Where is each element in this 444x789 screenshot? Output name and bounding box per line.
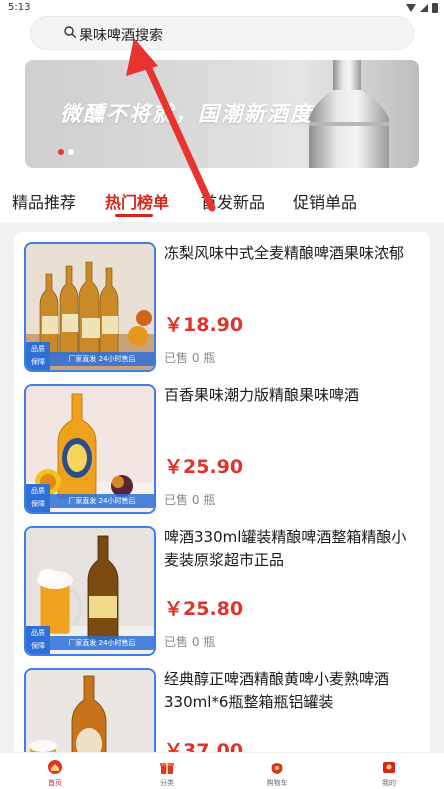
badge-line: 保障 <box>31 642 45 650</box>
home-icon <box>48 760 62 774</box>
service-strip: 厂家直发 24小时售后 <box>50 494 154 508</box>
badge-line: 品质 <box>31 487 45 495</box>
wifi-icon <box>406 4 416 12</box>
product-image[interactable]: 品质 保障 厂家直发 24小时售后 <box>24 242 156 372</box>
quality-badge: 品质 保障 <box>26 342 50 370</box>
tab-hot-list[interactable]: 热门榜单 <box>105 189 169 213</box>
status-icons <box>406 3 438 13</box>
nav-label: 购物车 <box>266 779 288 787</box>
nav-label: 分类 <box>160 779 174 787</box>
product-sold-count: 已售 0 瓶 <box>164 493 216 507</box>
active-tab-indicator <box>115 214 153 217</box>
status-time: 5:13 <box>8 2 31 13</box>
product-price: ￥25.90 <box>164 456 244 478</box>
nav-label: 首页 <box>48 779 62 787</box>
category-tabs: 精品推荐 热门榜单 首发新品 促销单品 <box>0 180 444 220</box>
status-bar: 5:13 <box>0 0 444 16</box>
product-title[interactable]: 啤酒330ml罐装精酿啤酒整箱精酿小麦装原浆超市正品 <box>164 526 420 572</box>
service-strip: 厂家直发 24小时售后 <box>50 352 154 366</box>
badge-line: 保障 <box>31 358 45 366</box>
signal-icon <box>420 4 428 12</box>
product-price: ￥18.90 <box>164 314 244 336</box>
search-bar[interactable]: 果味啤酒搜索 <box>30 16 414 50</box>
bottom-navigation: 首页 分类 购物车 我的 <box>0 752 444 789</box>
product-card[interactable]: 品质 保障 厂家直发 24小时售后 啤酒330ml罐装精酿啤酒整箱精酿小麦装原浆… <box>24 526 424 656</box>
product-title[interactable]: 经典醇正啤酒精酿黄啤小麦熟啤酒330ml*6瓶整箱瓶铝罐装 <box>164 668 420 714</box>
quality-badge: 品质 保障 <box>26 484 50 512</box>
nav-label: 我的 <box>382 779 396 787</box>
product-price: ￥25.80 <box>164 598 244 620</box>
nav-profile[interactable]: 我的 <box>359 755 419 789</box>
tab-featured[interactable]: 精品推荐 <box>12 189 76 213</box>
product-sold-count: 已售 0 瓶 <box>164 635 216 649</box>
service-strip: 厂家直发 24小时售后 <box>50 636 154 650</box>
battery-icon <box>432 3 438 13</box>
badge-line: 品质 <box>31 345 45 353</box>
product-card[interactable]: 品质 保障 厂家直发 24小时售后 百香果味潮力版精酿果味啤酒 ￥25.90 已… <box>24 384 424 514</box>
product-title[interactable]: 百香果味潮力版精酿果味啤酒 <box>164 384 420 407</box>
product-card[interactable]: 品质 保障 厂家直发 24小时售后 冻梨风味中式全麦精酿啤酒果味浓郁 ￥18.9… <box>24 242 424 372</box>
carousel-dot[interactable] <box>68 149 74 155</box>
badge-line: 保障 <box>31 500 45 508</box>
product-title[interactable]: 冻梨风味中式全麦精酿啤酒果味浓郁 <box>164 242 420 265</box>
search-icon <box>64 26 76 38</box>
nav-category[interactable]: 分类 <box>137 755 197 789</box>
badge-line: 品质 <box>31 629 45 637</box>
nav-home[interactable]: 首页 <box>25 755 85 789</box>
product-image[interactable]: 品质 保障 厂家直发 24小时售后 <box>24 526 156 656</box>
gift-icon <box>160 763 174 774</box>
nav-cart[interactable]: 购物车 <box>247 755 307 789</box>
product-image[interactable]: 品质 保障 厂家直发 24小时售后 <box>24 384 156 514</box>
profile-icon <box>383 762 395 773</box>
bag-icon <box>271 763 283 774</box>
quality-badge: 品质 保障 <box>26 626 50 654</box>
search-input[interactable]: 果味啤酒搜索 <box>79 25 163 45</box>
tab-new-arrivals[interactable]: 首发新品 <box>201 189 265 213</box>
carousel-dot-active[interactable] <box>58 149 64 155</box>
product-sold-count: 已售 0 瓶 <box>164 351 216 365</box>
tab-promotions[interactable]: 促销单品 <box>293 189 357 213</box>
promo-banner[interactable]: 微醺不将就，国潮新酒度 <box>25 60 419 168</box>
banner-slogan: 微醺不将就，国潮新酒度 <box>60 102 313 126</box>
